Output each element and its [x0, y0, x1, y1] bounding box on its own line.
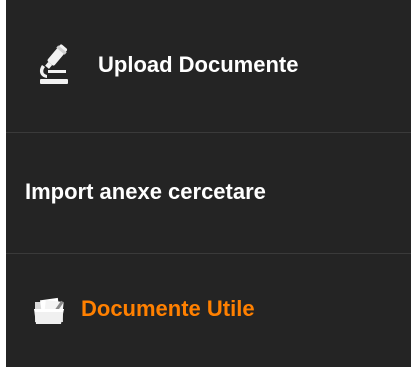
sidebar-menu: Upload Documente Import anexe cercetare … — [6, 0, 411, 367]
menu-item-upload-documente[interactable]: Upload Documente — [6, 0, 411, 133]
microscope-icon — [36, 43, 74, 85]
menu-item-label: Documente Utile — [81, 295, 255, 321]
menu-item-label: Upload Documente — [98, 51, 299, 77]
menu-item-import-anexe-cercetare[interactable]: Import anexe cercetare — [6, 133, 411, 254]
folder-icon — [33, 296, 71, 326]
menu-item-documente-utile[interactable]: Documente Utile — [6, 254, 411, 367]
menu-item-label: Import anexe cercetare — [25, 178, 266, 204]
